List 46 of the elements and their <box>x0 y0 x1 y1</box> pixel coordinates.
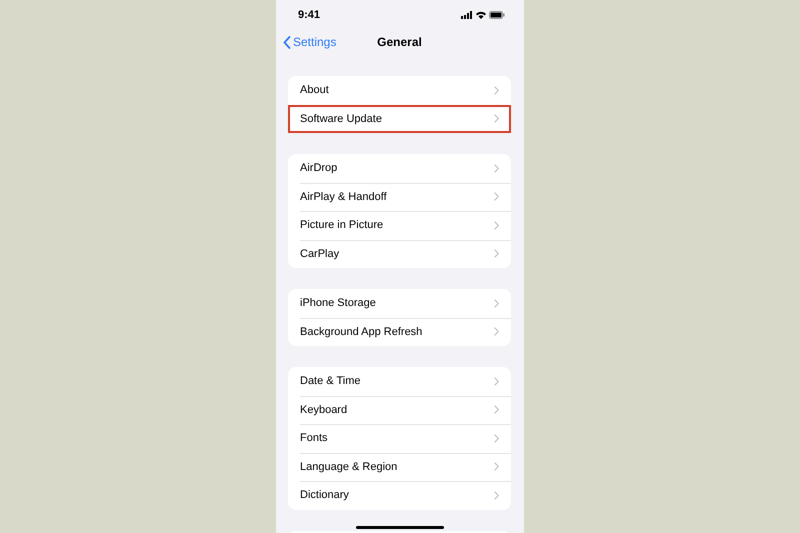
chevron-icon <box>494 86 499 95</box>
status-time: 9:41 <box>298 9 320 21</box>
wifi-icon <box>476 11 486 19</box>
back-chevron-icon <box>283 36 291 48</box>
row-label: AirPlay & Handoff <box>300 190 387 203</box>
chevron-icon <box>494 192 499 202</box>
row-label: Date & Time <box>300 375 361 388</box>
settings-row[interactable]: Date & Time <box>288 367 511 396</box>
nav-title: General <box>377 35 422 49</box>
row-label: Software Update <box>300 112 382 125</box>
battery-icon <box>489 11 505 19</box>
chevron-icon <box>494 462 499 472</box>
settings-row[interactable]: Fonts <box>288 424 511 452</box>
settings-row[interactable]: Software Update <box>288 104 511 133</box>
row-label: Picture in Picture <box>300 219 384 232</box>
settings-row[interactable]: AirPlay & Handoff <box>288 182 511 211</box>
chevron-icon <box>494 490 499 500</box>
row-label: CarPlay <box>300 248 340 260</box>
row-label: Fonts <box>300 432 328 444</box>
signal-icon <box>461 11 473 19</box>
chevron-icon <box>494 327 499 336</box>
settings-row[interactable]: Keyboard <box>288 396 511 424</box>
chevron-icon <box>494 164 499 173</box>
settings-row[interactable]: Background App Refresh <box>288 318 511 346</box>
settings-row[interactable]: AirDrop <box>288 154 511 182</box>
settings-row[interactable]: Picture in Picture <box>288 211 511 240</box>
row-label: About <box>300 84 329 96</box>
back-button[interactable]: Settings <box>283 35 336 49</box>
chevron-icon <box>494 114 499 124</box>
row-label: AirDrop <box>300 162 338 174</box>
chevron-icon <box>494 405 499 414</box>
chevron-icon <box>494 220 499 230</box>
settings-row[interactable]: Dictionary <box>288 481 511 510</box>
chevron-icon <box>494 298 499 308</box>
row-label: Language & Region <box>300 460 398 473</box>
settings-row[interactable]: Language & Region <box>288 452 511 481</box>
row-label: Background App Refresh <box>300 326 422 338</box>
settings-row[interactable]: About <box>288 76 511 104</box>
chevron-icon <box>494 434 499 443</box>
settings-row[interactable]: CarPlay <box>288 240 511 268</box>
chevron-icon <box>494 249 499 258</box>
settings-row[interactable]: iPhone Storage <box>288 289 511 318</box>
row-label: Dictionary <box>300 489 349 502</box>
chevron-icon <box>494 376 499 386</box>
row-label: Keyboard <box>300 404 348 416</box>
row-label: iPhone Storage <box>300 297 376 310</box>
